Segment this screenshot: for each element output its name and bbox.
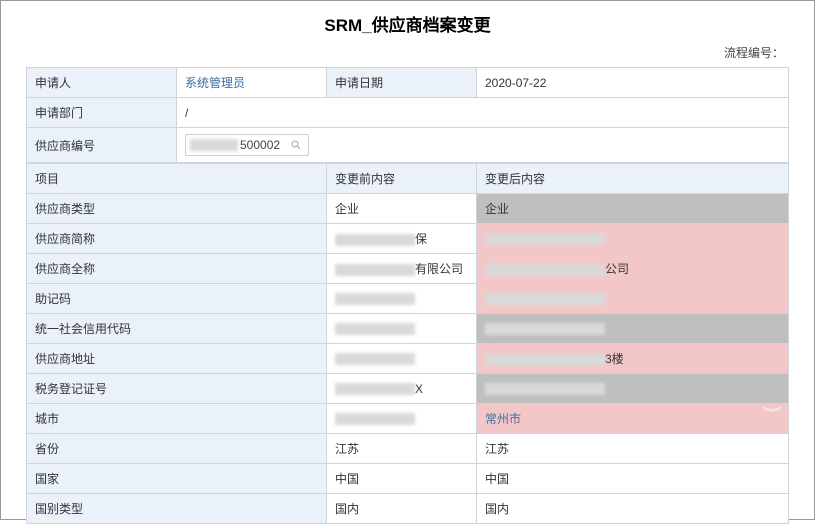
row-label: 国家 [27, 464, 327, 494]
col-before: 变更前内容 [327, 164, 477, 194]
row-label: 国别类型 [27, 494, 327, 524]
before-value: 江苏 [327, 434, 477, 464]
after-value[interactable] [477, 284, 789, 314]
top-info-table: 申请人 系统管理员 申请日期 2020-07-22 申请部门 / 供应商编号 5… [26, 67, 789, 163]
flow-number-label: 流程编号： [1, 42, 814, 67]
before-value [327, 344, 477, 374]
before-value: 有限公司 [327, 254, 477, 284]
city-link[interactable]: 常州市 [485, 412, 521, 426]
table-row: 供应商类型企业企业 [27, 194, 789, 224]
table-row: 供应商全称有限公司公司 [27, 254, 789, 284]
table-row: 供应商地址 3楼 [27, 344, 789, 374]
row-label: 供应商地址 [27, 344, 327, 374]
before-value [327, 404, 477, 434]
supplier-no-tail: 500002 [240, 138, 280, 152]
supplier-no-cell: 500002 [177, 128, 789, 163]
change-table: 项目 变更前内容 变更后内容 供应商类型企业企业供应商简称保供应商全称有限公司公… [26, 163, 789, 524]
col-after: 变更后内容 [477, 164, 789, 194]
before-value [327, 314, 477, 344]
table-row: 统一社会信用代码 [27, 314, 789, 344]
row-label: 城市 [27, 404, 327, 434]
row-label: 统一社会信用代码 [27, 314, 327, 344]
table-row: 助记码 [27, 284, 789, 314]
apply-date-label: 申请日期 [327, 68, 477, 98]
table-row: 城市 常州市 ︾ [27, 404, 789, 434]
after-value[interactable]: 常州市 ︾ [477, 404, 789, 434]
before-value: 企业 [327, 194, 477, 224]
col-item: 项目 [27, 164, 327, 194]
dept-label: 申请部门 [27, 98, 177, 128]
table-row: 税务登记证号X [27, 374, 789, 404]
supplier-no-masked [190, 139, 238, 151]
after-value [477, 314, 789, 344]
after-value [477, 374, 789, 404]
before-value: 中国 [327, 464, 477, 494]
supplier-no-search[interactable]: 500002 [185, 134, 309, 156]
after-value[interactable]: 3楼 [477, 344, 789, 374]
supplier-no-label: 供应商编号 [27, 128, 177, 163]
row-label: 税务登记证号 [27, 374, 327, 404]
table-row: 国家中国中国 [27, 464, 789, 494]
applicant-link[interactable]: 系统管理员 [185, 76, 245, 90]
row-label: 供应商全称 [27, 254, 327, 284]
after-value: 企业 [477, 194, 789, 224]
row-label: 供应商类型 [27, 194, 327, 224]
after-value: 中国 [477, 464, 789, 494]
applicant-value: 系统管理员 [177, 68, 327, 98]
row-label: 省份 [27, 434, 327, 464]
after-value[interactable]: 公司 [477, 254, 789, 284]
before-value: 国内 [327, 494, 477, 524]
before-value: X [327, 374, 477, 404]
table-row: 省份江苏江苏 [27, 434, 789, 464]
chevron-down-icon[interactable]: ︾ [762, 410, 786, 418]
table-row: 供应商简称保 [27, 224, 789, 254]
after-value: 江苏 [477, 434, 789, 464]
before-value: 保 [327, 224, 477, 254]
dept-value: / [177, 98, 789, 128]
apply-date-value: 2020-07-22 [477, 68, 789, 98]
table-row: 国别类型国内国内 [27, 494, 789, 524]
after-value[interactable] [477, 224, 789, 254]
page-title: SRM_供应商档案变更 [1, 11, 814, 36]
applicant-label: 申请人 [27, 68, 177, 98]
after-value: 国内 [477, 494, 789, 524]
search-icon[interactable] [290, 139, 302, 151]
row-label: 供应商简称 [27, 224, 327, 254]
before-value [327, 284, 477, 314]
row-label: 助记码 [27, 284, 327, 314]
